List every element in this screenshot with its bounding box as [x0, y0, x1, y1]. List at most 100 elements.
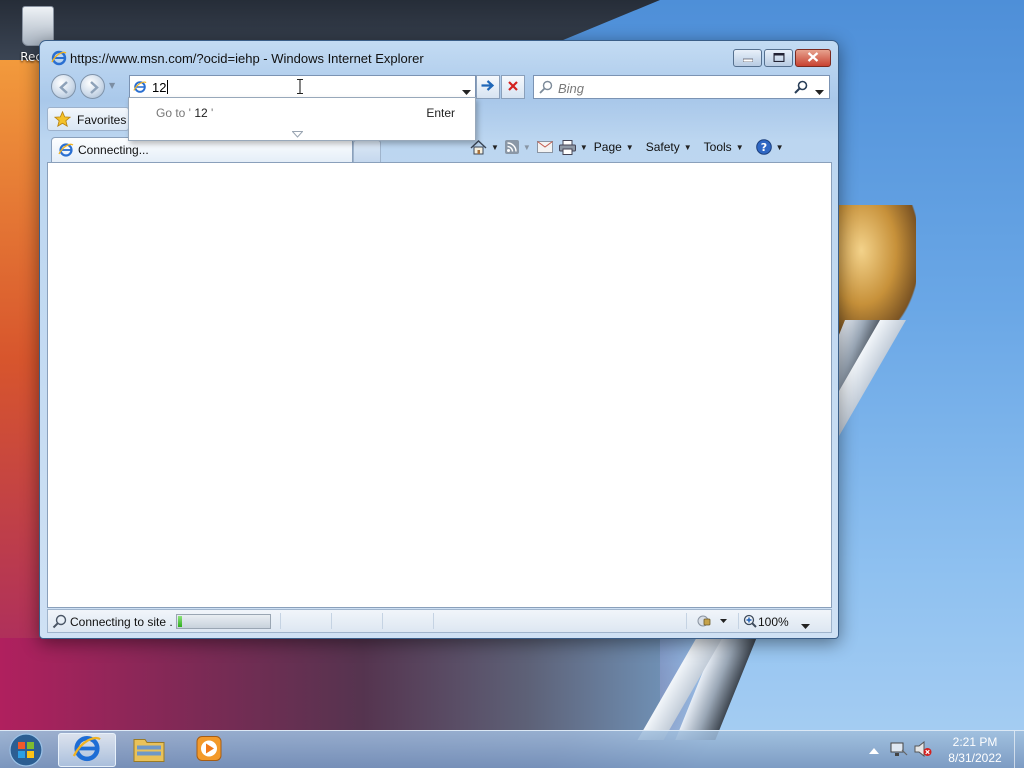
new-tab-button[interactable] — [353, 140, 381, 162]
taskbar-windows-explorer[interactable] — [120, 733, 178, 767]
minimize-icon — [742, 51, 753, 65]
go-arrow-icon — [481, 80, 495, 94]
stop-x-icon — [508, 80, 518, 94]
help-menu[interactable]: ? ▼ — [755, 139, 784, 155]
wallpaper-wall-bottom — [0, 638, 660, 730]
search-placeholder: Bing — [558, 81, 585, 96]
print-button[interactable]: ▼ — [558, 139, 588, 155]
safety-menu-dropdown-icon: ▼ — [683, 142, 692, 152]
autocomplete-goto-prefix: Go to ' — [156, 106, 191, 120]
status-divider — [280, 613, 281, 629]
tools-menu-label: Tools — [703, 140, 732, 154]
internet-explorer-icon — [72, 734, 102, 767]
page-menu[interactable]: Page ▼ — [594, 140, 634, 154]
home-icon — [470, 139, 487, 154]
autocomplete-goto-suffix: ' — [211, 106, 214, 120]
ie-logo-icon — [51, 50, 67, 69]
zoom-icon[interactable] — [743, 614, 757, 631]
back-button[interactable] — [51, 74, 76, 99]
command-bar: ▼ ▼ ▼ Page ▼ Safety ▼ Tools ▼ ? ▼ — [470, 136, 790, 158]
search-box[interactable]: Bing — [533, 75, 830, 99]
status-text: Connecting to site . — [70, 615, 173, 629]
favorites-label: Favorites — [77, 113, 127, 127]
autocomplete-expand-icon[interactable] — [291, 127, 304, 141]
status-divider — [738, 613, 739, 629]
help-icon: ? — [755, 139, 772, 155]
safety-menu[interactable]: Safety ▼ — [646, 140, 692, 154]
forward-arrow-icon — [90, 81, 99, 94]
close-button[interactable] — [795, 49, 831, 67]
favorites-button[interactable]: Favorites — [47, 107, 129, 131]
forward-button[interactable] — [80, 74, 105, 99]
page-menu-dropdown-icon: ▼ — [625, 142, 634, 152]
taskbar-clock[interactable]: 2:21 PM 8/31/2022 — [940, 734, 1010, 766]
go-button[interactable] — [476, 75, 500, 99]
back-arrow-icon — [59, 81, 68, 94]
taskbar-internet-explorer[interactable] — [58, 733, 116, 767]
autocomplete-enter-hint: Enter — [426, 106, 455, 120]
home-button[interactable]: ▼ — [470, 139, 499, 155]
zoom-dropdown-icon[interactable] — [801, 618, 810, 632]
tools-menu-dropdown-icon: ▼ — [735, 142, 744, 152]
close-icon — [807, 51, 819, 65]
maximize-icon — [772, 51, 785, 65]
printer-icon — [558, 139, 576, 155]
network-tray-icon[interactable] — [890, 741, 908, 760]
status-divider — [331, 613, 332, 629]
window-title: https://www.msn.com/?ocid=iehp - Windows… — [70, 51, 424, 66]
tab-label: Connecting... — [78, 143, 149, 157]
folder-icon — [133, 735, 165, 766]
autocomplete-goto-term: 12 — [190, 106, 211, 120]
feeds-dropdown-icon[interactable]: ▼ — [523, 143, 531, 152]
progress-bar — [176, 614, 271, 629]
start-button[interactable] — [6, 732, 46, 768]
wallpaper-space-needle-top — [838, 205, 916, 335]
progress-bar-fill — [178, 616, 182, 627]
tools-menu[interactable]: Tools ▼ — [704, 140, 744, 154]
zoom-level[interactable]: 100% — [758, 615, 789, 629]
mail-icon — [536, 141, 553, 153]
stop-button[interactable] — [501, 75, 525, 99]
taskbar: 2:21 PM 8/31/2022 — [0, 730, 1024, 768]
clock-date: 8/31/2022 — [948, 751, 1002, 765]
status-divider — [686, 613, 687, 629]
status-divider — [433, 613, 434, 629]
page-menu-label: Page — [593, 140, 622, 154]
safety-menu-label: Safety — [645, 140, 680, 154]
maximize-button[interactable] — [764, 49, 793, 67]
chevron-up-icon — [869, 748, 879, 754]
search-submit-icon[interactable] — [794, 80, 808, 97]
home-dropdown-icon[interactable]: ▼ — [491, 143, 499, 152]
feeds-button[interactable]: ▼ — [504, 140, 531, 154]
autocomplete-goto-item[interactable]: Go to ' 12 ' — [156, 106, 213, 120]
title-bar[interactable]: https://www.msn.com/?ocid=iehp - Windows… — [40, 41, 838, 73]
search-icon — [539, 80, 553, 97]
search-dropdown-icon[interactable] — [815, 84, 824, 98]
clock-time: 2:21 PM — [952, 735, 998, 749]
protected-mode-button[interactable] — [696, 613, 728, 632]
show-desktop-button[interactable] — [1014, 731, 1024, 768]
taskbar-media-player[interactable] — [180, 733, 238, 767]
address-value: 12 — [152, 80, 167, 95]
svg-text:?: ? — [760, 141, 766, 154]
text-cursor — [167, 80, 169, 94]
address-dropdown-icon[interactable] — [462, 84, 471, 98]
read-mail-button[interactable] — [536, 141, 553, 153]
address-input[interactable]: 12 — [152, 80, 169, 95]
media-player-icon — [196, 736, 222, 765]
ibeam-cursor-icon — [296, 78, 304, 97]
volume-muted-tray-icon[interactable] — [914, 740, 932, 760]
page-content[interactable] — [47, 162, 832, 608]
show-hidden-icons-button[interactable] — [869, 743, 879, 757]
ie-page-icon — [58, 142, 74, 161]
windows-orb-icon — [9, 733, 43, 767]
minimize-button[interactable] — [733, 49, 762, 67]
favorites-star-icon — [53, 110, 72, 130]
print-dropdown-icon[interactable]: ▼ — [580, 143, 588, 152]
recent-pages-dropdown[interactable]: ▼ — [109, 81, 115, 90]
page-icon — [133, 80, 147, 97]
status-bar: Connecting to site . 100% — [47, 609, 832, 633]
status-divider — [382, 613, 383, 629]
address-autocomplete-dropdown: Go to ' 12 ' Enter — [128, 97, 476, 141]
rss-feed-icon — [504, 140, 519, 154]
